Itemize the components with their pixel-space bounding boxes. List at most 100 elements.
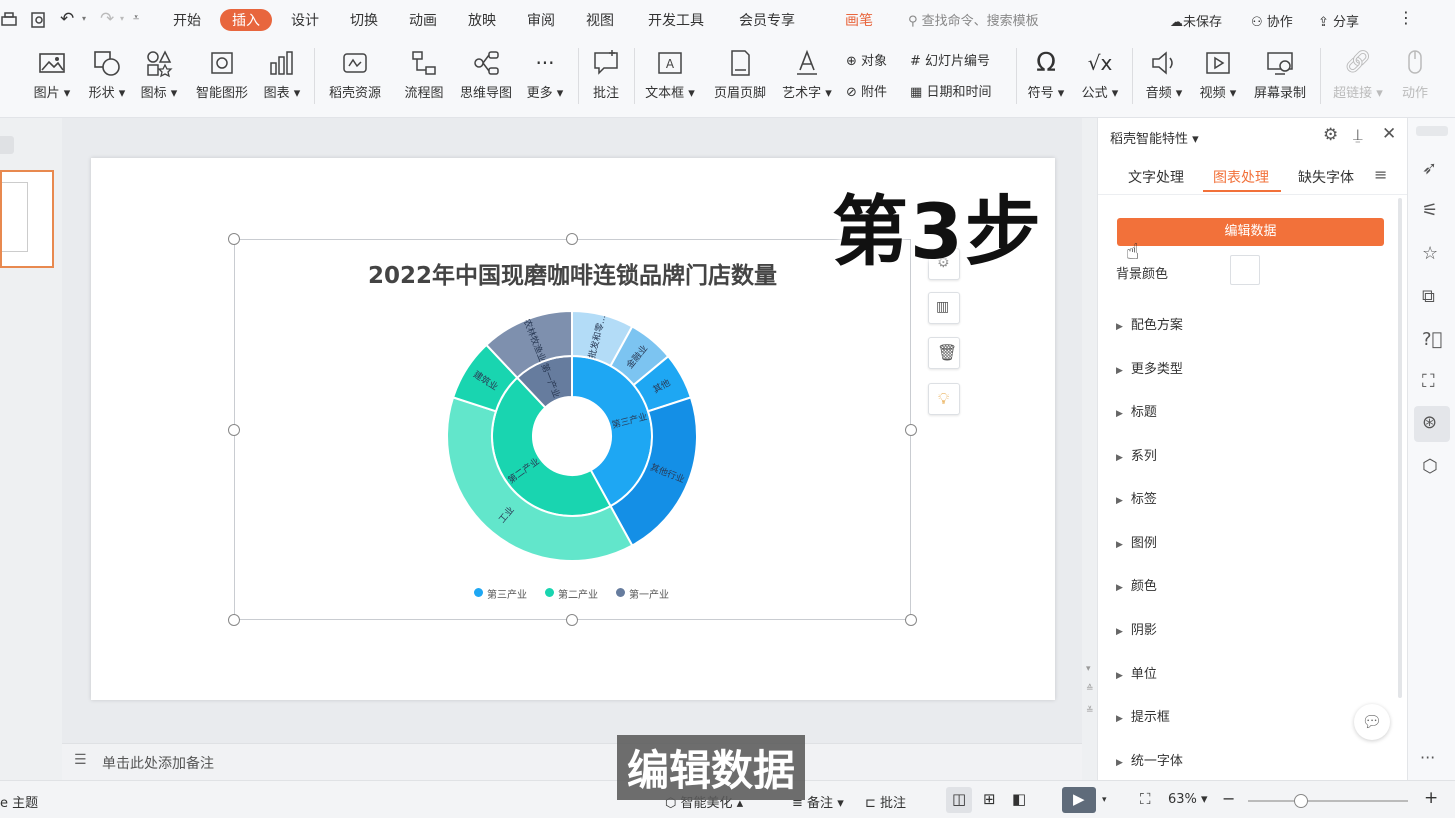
tab-slideshow[interactable]: 放映 — [468, 10, 496, 30]
idea-button[interactable]: 💡︎ — [928, 383, 960, 415]
resize-handle[interactable] — [905, 614, 917, 626]
tab-pen[interactable]: 画笔 — [845, 10, 873, 30]
play-dropdown-icon[interactable]: ▾ — [1102, 795, 1107, 805]
tab-animation[interactable]: 动画 — [409, 10, 437, 30]
action-button[interactable]: 动作 — [1394, 40, 1436, 110]
close-icon[interactable]: ✕ — [1382, 124, 1396, 144]
panel-title[interactable]: 稻壳智能特性 ▾ — [1110, 128, 1199, 147]
undo-icon[interactable]: ↶ — [60, 9, 74, 29]
scroll-up-icon[interactable]: ▾ — [1086, 664, 1091, 674]
grid-view-icon[interactable]: ⊞ — [983, 790, 996, 808]
section-unit[interactable]: ▶ 单位 — [1116, 663, 1157, 682]
print-icon[interactable] — [0, 11, 18, 29]
theme-button[interactable]: e 主题 — [0, 792, 38, 811]
collab-button[interactable]: ⚇ 协作 — [1251, 11, 1293, 30]
shape-button[interactable]: 形状 ▾ — [82, 40, 132, 110]
normal-view-button[interactable]: ◫ — [946, 787, 972, 813]
zoom-slider-thumb[interactable] — [1294, 794, 1308, 808]
chart-data-button[interactable]: ▥ — [928, 292, 960, 324]
resize-handle[interactable] — [228, 614, 240, 626]
resize-handle[interactable] — [228, 424, 240, 436]
redo-dropdown-icon[interactable]: ▾ — [120, 14, 124, 23]
panel-settings-icon[interactable]: ⚙ — [1323, 125, 1338, 145]
print-preview-icon[interactable] — [30, 11, 48, 29]
audio-button[interactable]: 音频 ▾ — [1140, 40, 1188, 110]
slide-number-button[interactable]: # 幻灯片编号 — [910, 50, 990, 69]
tab-chart-processing[interactable]: 图表处理 — [1213, 167, 1269, 187]
picture-button[interactable]: 图片 ▾ — [26, 40, 78, 110]
tab-design[interactable]: 设计 — [291, 10, 319, 30]
rail-top-handle[interactable] — [1416, 126, 1448, 136]
tab-developer[interactable]: 开发工具 — [648, 10, 704, 30]
textbox-button[interactable]: A 文本框 ▾ — [640, 40, 700, 110]
smart-shape-button[interactable]: 智能图形 — [190, 40, 254, 110]
object-button[interactable]: ⊕ 对象 — [846, 50, 887, 69]
tab-review[interactable]: 审阅 — [527, 10, 555, 30]
sunburst-chart[interactable]: 第三产业第二产业第一产业批发和零... 金融业其他其他行业工业建筑业农林牧渔业 — [440, 305, 706, 567]
section-tooltip[interactable]: ▶ 提示框 — [1116, 706, 1170, 725]
panel-menu-icon[interactable]: ≡ — [1374, 165, 1387, 184]
sliders-icon[interactable]: ⚟ — [1422, 200, 1438, 221]
bg-color-swatch[interactable] — [1230, 255, 1260, 285]
play-button[interactable]: ▶ — [1062, 787, 1096, 813]
symbol-button[interactable]: Ω 符号 ▾ — [1022, 40, 1070, 110]
reading-view-icon[interactable]: ◧ — [1012, 790, 1026, 808]
icon-button[interactable]: 图标 ▾ — [136, 40, 182, 110]
zoom-level[interactable]: 63% ▾ — [1168, 792, 1208, 807]
undo-dropdown-icon[interactable]: ▾ — [82, 14, 86, 23]
redo-icon[interactable]: ↷ — [100, 9, 114, 29]
zoom-in-icon[interactable]: + — [1424, 788, 1438, 808]
section-color-scheme[interactable]: ▶ 配色方案 — [1116, 314, 1183, 333]
video-button[interactable]: 视频 ▾ — [1194, 40, 1242, 110]
smart-features-tab[interactable]: ⊛ — [1414, 406, 1450, 442]
more-menu-icon[interactable]: ⋮ — [1398, 8, 1414, 27]
unsaved-status[interactable]: ☁未保存 — [1170, 11, 1222, 30]
resize-handle[interactable] — [566, 614, 578, 626]
resize-handle[interactable] — [566, 233, 578, 245]
section-title[interactable]: ▶ 标题 — [1116, 401, 1157, 420]
slide-thumbnail[interactable] — [0, 170, 54, 268]
screen-record-button[interactable]: 屏幕录制 — [1248, 40, 1312, 110]
share-button[interactable]: ⇪ 分享 — [1318, 11, 1359, 30]
section-labels[interactable]: ▶ 标签 — [1116, 488, 1157, 507]
tab-missing-fonts[interactable]: 缺失字体 — [1298, 167, 1354, 187]
zoom-out-icon[interactable]: − — [1222, 789, 1235, 808]
frame-icon[interactable]: ⧉ — [1422, 286, 1435, 307]
more-icon[interactable]: ··· — [1420, 748, 1435, 767]
mindmap-button[interactable]: 思维导图 — [456, 40, 516, 110]
chat-bubble-icon[interactable]: 💬︎ — [1354, 704, 1390, 740]
section-series[interactable]: ▶ 系列 — [1116, 445, 1157, 464]
wordart-button[interactable]: 艺术字 ▾ — [778, 40, 836, 110]
comment-toggle-button[interactable]: ⊏ 批注 — [865, 792, 906, 811]
notes-bar[interactable]: ☰ 单击此处添加备注 — [62, 743, 1082, 780]
comment-button[interactable]: 批注 — [584, 40, 628, 110]
more-button[interactable]: ··· 更多 ▾ — [522, 40, 568, 110]
search-box[interactable]: ⚲ 查找命令、搜索模板 — [908, 10, 1039, 29]
tab-member[interactable]: 会员专享 — [739, 10, 795, 30]
tab-text-processing[interactable]: 文字处理 — [1128, 167, 1184, 187]
tab-transition[interactable]: 切换 — [350, 10, 378, 30]
tab-insert[interactable]: 插入 — [220, 9, 272, 31]
section-legend[interactable]: ▶ 图例 — [1116, 532, 1157, 551]
help-icon[interactable]: ?⃝ — [1422, 329, 1442, 350]
attachment-button[interactable]: ⊘ 附件 — [846, 81, 887, 100]
header-footer-button[interactable]: 页眉页脚 — [706, 40, 774, 110]
edit-data-button[interactable]: 编辑数据 — [1117, 218, 1384, 246]
section-shadow[interactable]: ▶ 阴影 — [1116, 619, 1157, 638]
section-more-types[interactable]: ▶ 更多类型 — [1116, 358, 1183, 377]
resize-handle[interactable] — [905, 424, 917, 436]
datetime-button[interactable]: ▦ 日期和时间 — [910, 81, 991, 100]
panel-scrollbar[interactable] — [1398, 198, 1402, 698]
delete-chart-button[interactable]: 🗑︎ — [928, 337, 960, 369]
cube-icon[interactable]: ⬡ — [1422, 456, 1438, 477]
section-color[interactable]: ▶ 颜色 — [1116, 575, 1157, 594]
image-tool-icon[interactable]: ⛶ — [1422, 371, 1435, 392]
tab-home[interactable]: 开始 — [173, 10, 201, 30]
pane-collapse-icon[interactable] — [0, 136, 14, 154]
flowchart-button[interactable]: 流程图 — [396, 40, 452, 110]
scroll-prev-icon[interactable]: ≙ — [1086, 684, 1094, 694]
docer-resource-button[interactable]: 稻壳资源 — [322, 40, 388, 110]
scroll-next-icon[interactable]: ≚ — [1086, 706, 1094, 716]
rocket-icon[interactable]: ➶ — [1422, 158, 1437, 179]
pin-icon[interactable]: ⍊ — [1353, 125, 1363, 145]
